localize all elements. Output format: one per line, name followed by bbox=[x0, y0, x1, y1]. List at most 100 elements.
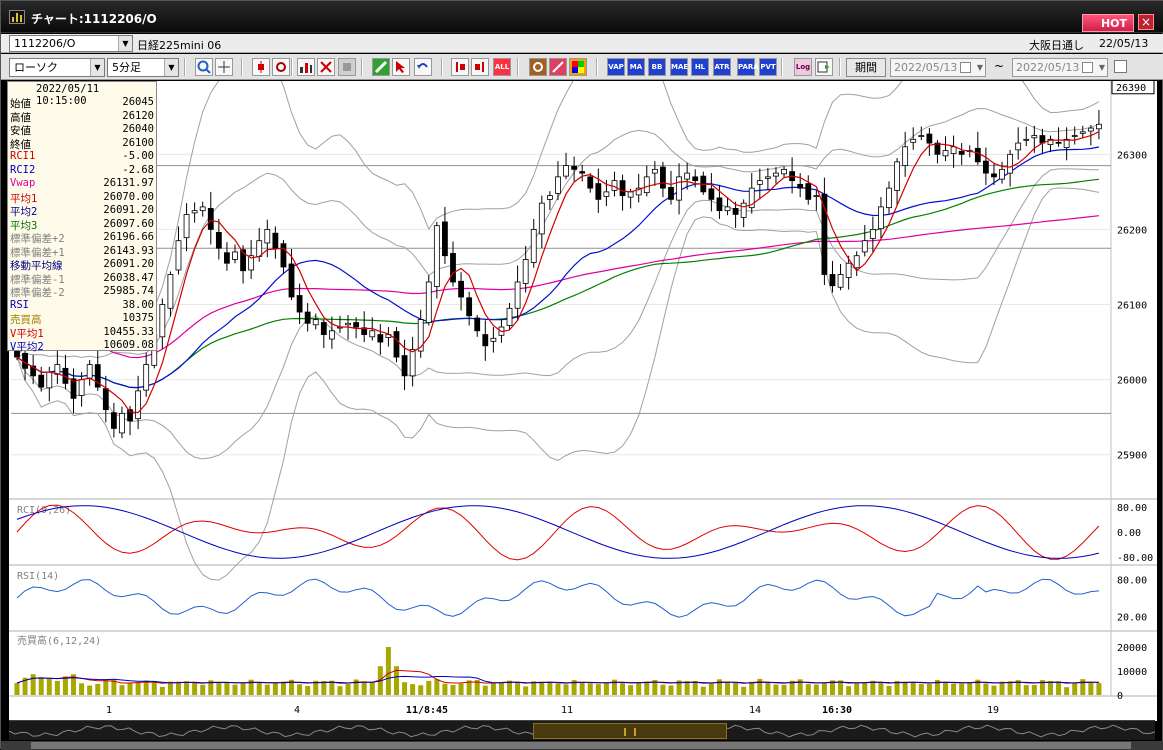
candle-body bbox=[603, 191, 610, 197]
chart-area[interactable]: 26300 26200 26100 26000 25900 26390 RCI(9,26) 8… bbox=[9, 23, 1157, 721]
chevron-down-icon[interactable]: ▼ bbox=[1099, 59, 1105, 76]
calendar-icon[interactable] bbox=[1082, 62, 1093, 73]
toolbar-separator bbox=[241, 58, 243, 76]
candle-body bbox=[587, 176, 594, 189]
candle-body bbox=[668, 186, 674, 200]
info-row-8: 平均2 26091.20 bbox=[10, 204, 156, 218]
price-tick-label: 26100 bbox=[1117, 301, 1147, 312]
candle-body bbox=[869, 229, 876, 239]
calendar-icon[interactable] bbox=[960, 62, 971, 73]
chart-svg[interactable]: 263002620026100260002590026390RCI(9,26) 8… bbox=[9, 23, 1157, 721]
volume-bar bbox=[442, 683, 448, 695]
info-row-9: 平均3 26097.60 bbox=[10, 218, 156, 232]
all-icon[interactable]: ALL bbox=[493, 58, 511, 76]
bar-left-icon[interactable] bbox=[451, 58, 469, 76]
volume-bar bbox=[54, 680, 60, 695]
pvt-icon[interactable]: PVT bbox=[759, 58, 777, 76]
undo-icon[interactable] bbox=[414, 58, 432, 76]
ma-icon[interactable]: MA bbox=[627, 58, 645, 76]
candle-body bbox=[288, 263, 295, 298]
volume-bar bbox=[321, 681, 327, 695]
volume-bar bbox=[127, 683, 133, 695]
candle-body bbox=[135, 390, 142, 420]
info-value: -5.00 bbox=[122, 150, 154, 162]
zoom-icon[interactable] bbox=[195, 58, 213, 76]
drawing-icon[interactable] bbox=[272, 58, 290, 76]
volume-bar bbox=[402, 682, 408, 695]
candle-body bbox=[466, 297, 473, 317]
hot-button[interactable]: HOT bbox=[1082, 14, 1134, 32]
bb-icon[interactable]: BB bbox=[648, 58, 666, 76]
info-row-2: 安値 26040 bbox=[10, 123, 156, 137]
volume-bar bbox=[345, 683, 351, 695]
atr-icon[interactable]: ATR bbox=[713, 58, 731, 76]
info-value: 10455.33 bbox=[103, 325, 154, 338]
candle-body bbox=[159, 304, 166, 338]
info-value: 10375 bbox=[122, 312, 154, 324]
symbol-select[interactable]: 1112206/O ▼ bbox=[9, 35, 133, 52]
settings-icon[interactable] bbox=[529, 58, 547, 76]
volume-bar bbox=[1096, 683, 1102, 695]
volume-bar bbox=[151, 681, 157, 695]
candle-body bbox=[724, 206, 731, 212]
volume-bar bbox=[708, 683, 714, 695]
navigator[interactable] bbox=[9, 720, 1155, 740]
rci-tick-label: -80.00 bbox=[1117, 553, 1153, 564]
date-to-field[interactable]: 2022/05/13 ▼ bbox=[1012, 58, 1108, 77]
volume-bar bbox=[523, 686, 529, 695]
volume-bar bbox=[240, 682, 246, 695]
grip-icon[interactable] bbox=[624, 728, 636, 736]
vap-icon[interactable]: VAP bbox=[607, 58, 625, 76]
title-bar[interactable]: チャート:1112206/O HOT × bbox=[1, 1, 1163, 33]
info-key: RCI2 bbox=[10, 163, 36, 176]
close-button[interactable]: × bbox=[1138, 14, 1154, 30]
candle-body bbox=[918, 135, 925, 137]
pencil-icon[interactable] bbox=[372, 58, 390, 76]
cursor-icon[interactable] bbox=[215, 58, 233, 76]
interval-select[interactable]: 5分足 ▼ bbox=[107, 58, 179, 77]
volume-bar bbox=[280, 681, 286, 695]
volume-bar-icon[interactable] bbox=[297, 58, 315, 76]
export-icon[interactable] bbox=[815, 58, 833, 76]
candle-icon[interactable] bbox=[252, 58, 270, 76]
period-button[interactable]: 期間 bbox=[846, 58, 886, 77]
navigator-thumb[interactable] bbox=[533, 723, 727, 739]
candle-body bbox=[950, 146, 957, 154]
date-from-field[interactable]: 2022/05/13 ▼ bbox=[890, 58, 986, 77]
para-icon[interactable]: PARA bbox=[737, 58, 759, 76]
zoom-icon-glyph bbox=[197, 60, 211, 74]
volume-bar bbox=[62, 676, 68, 695]
chevron-down-icon[interactable]: ▼ bbox=[118, 36, 132, 51]
chevron-down-icon[interactable]: ▼ bbox=[90, 59, 104, 76]
candle-body bbox=[894, 161, 900, 191]
candle-body bbox=[530, 229, 537, 263]
chevron-down-icon[interactable]: ▼ bbox=[977, 59, 983, 76]
volume-bar bbox=[587, 683, 593, 695]
candle-body bbox=[522, 259, 529, 284]
volume-bar bbox=[886, 685, 892, 695]
realtime-checkbox[interactable] bbox=[1114, 60, 1127, 73]
price-tick-label: 26200 bbox=[1117, 225, 1147, 236]
volume-bar bbox=[862, 682, 868, 695]
arrow-pointer-icon[interactable] bbox=[392, 58, 410, 76]
candle-body bbox=[1087, 127, 1094, 132]
info-row-7: 平均1 26070.00 bbox=[10, 191, 156, 205]
log-icon[interactable]: Log bbox=[794, 58, 812, 76]
info-key: RSI bbox=[10, 298, 29, 311]
candle-body bbox=[546, 195, 553, 200]
chevron-down-icon[interactable]: ▼ bbox=[164, 59, 178, 76]
mae-icon[interactable]: MAE bbox=[670, 58, 688, 76]
candle-body bbox=[353, 322, 360, 328]
scroll-thumb[interactable] bbox=[31, 742, 1131, 749]
info-row-18: V平均2 10609.08 bbox=[10, 339, 156, 353]
chart-type-select[interactable]: ローソク ▼ bbox=[9, 58, 105, 77]
pen-icon[interactable] bbox=[549, 58, 567, 76]
date-from-value: 2022/05/13 bbox=[894, 61, 958, 74]
palette-icon[interactable] bbox=[569, 58, 587, 76]
bar-right-icon[interactable] bbox=[471, 58, 489, 76]
hl-icon[interactable]: HL bbox=[691, 58, 709, 76]
candle-body bbox=[256, 240, 263, 257]
candle-body bbox=[676, 176, 682, 201]
cross-icon[interactable] bbox=[317, 58, 335, 76]
volume-bar bbox=[264, 684, 270, 695]
